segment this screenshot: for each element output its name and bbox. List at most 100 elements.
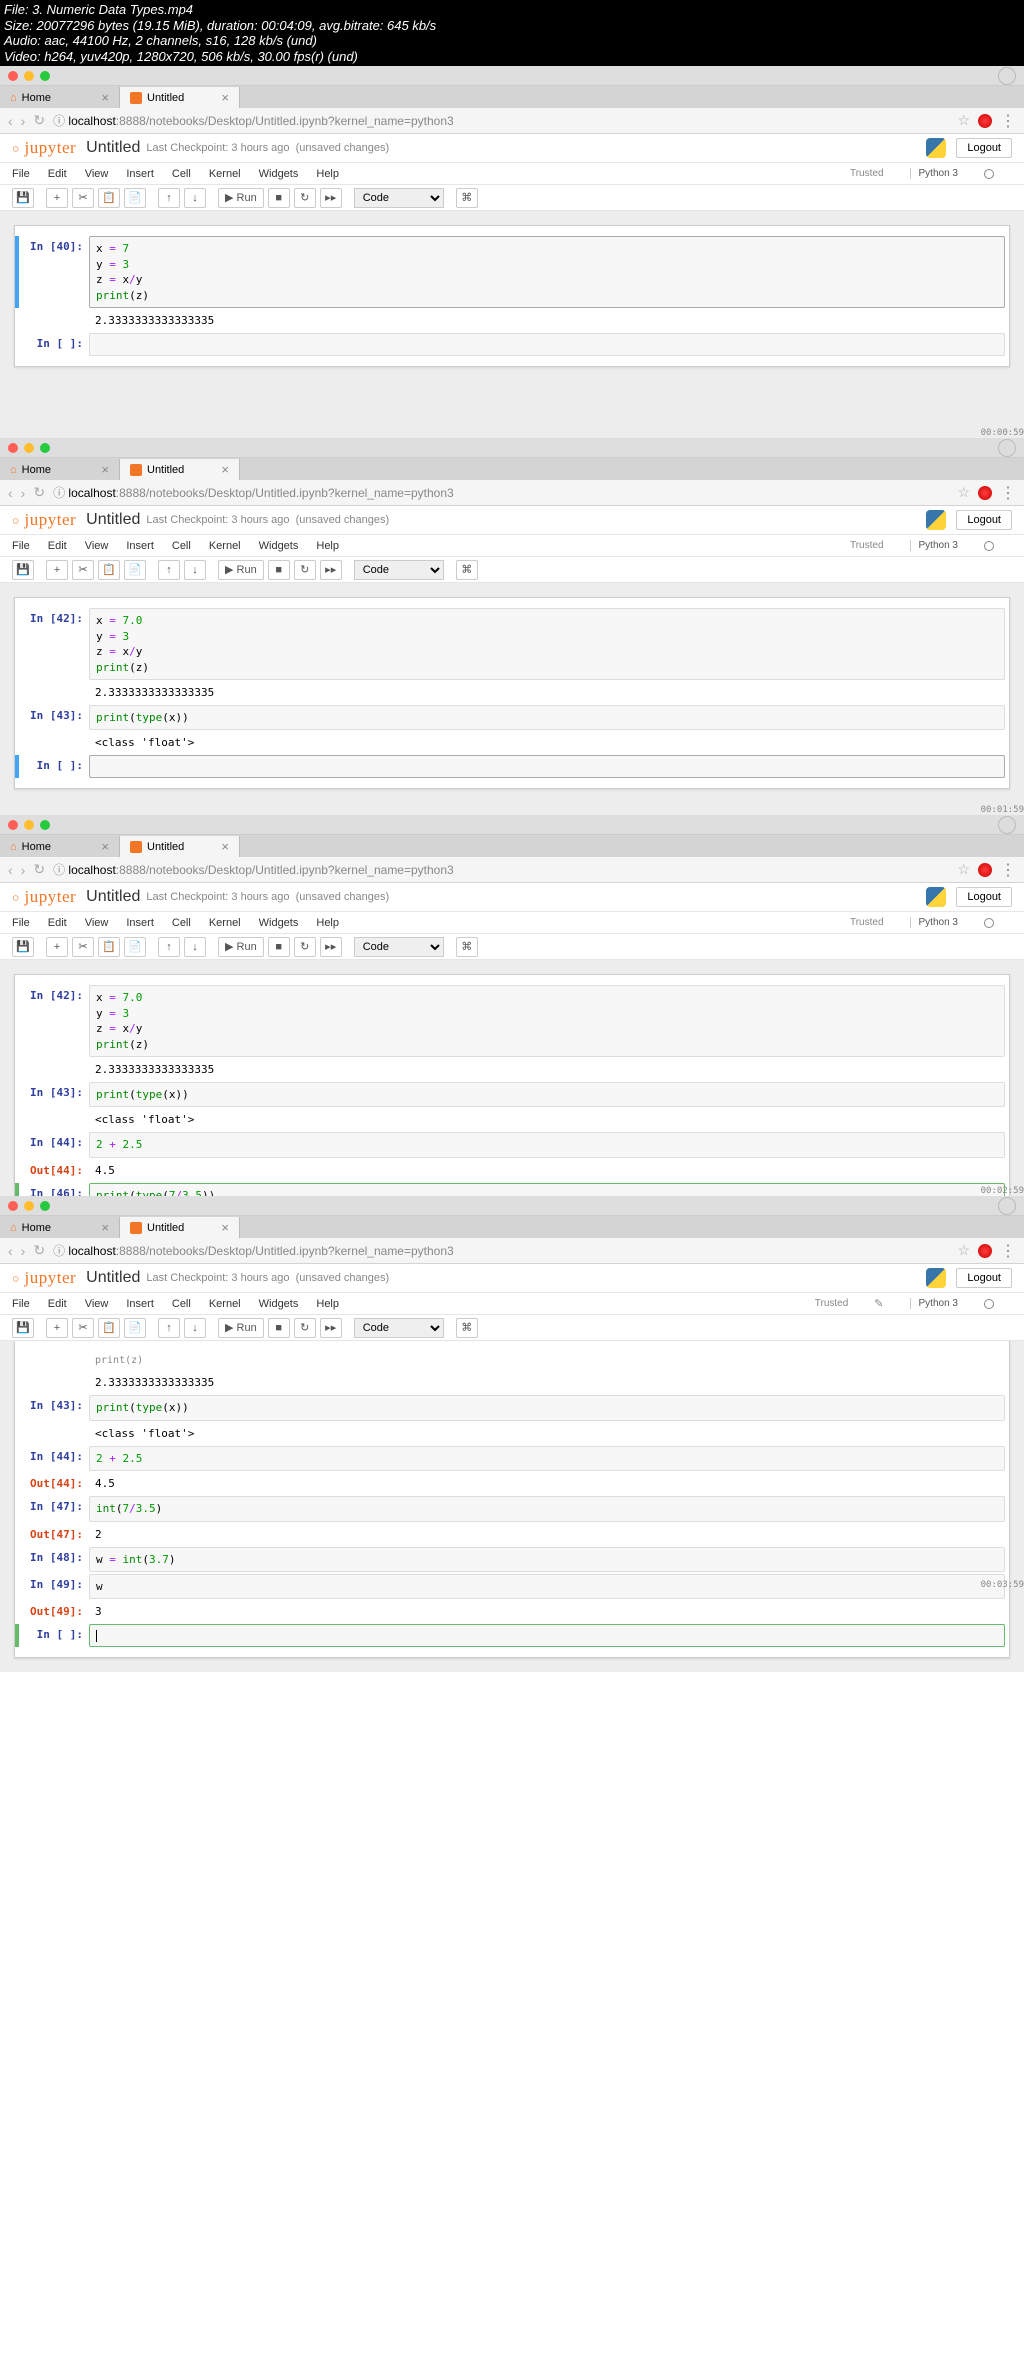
close-window-icon[interactable] (8, 1201, 18, 1211)
url-input[interactable]: ⓘ localhost:8888/notebooks/Desktop/Untit… (53, 484, 949, 501)
menu-insert[interactable]: Insert (126, 917, 154, 929)
save-button[interactable]: 💾 (12, 560, 34, 580)
menu-insert[interactable]: Insert (126, 1298, 154, 1310)
more-icon[interactable]: ⋮ (1000, 111, 1016, 131)
move-up-button[interactable]: ↑ (158, 560, 180, 580)
close-tab-icon[interactable]: × (221, 1220, 229, 1235)
maximize-window-icon[interactable] (40, 71, 50, 81)
code-cell[interactable]: In [ ]: (19, 333, 1005, 356)
code-cell[interactable]: In [42]: x = 7.0 y = 3 z = x/y print(z) (19, 608, 1005, 680)
menu-kernel[interactable]: Kernel (209, 168, 241, 180)
code-cell[interactable]: In [44]: 2 + 2.5 (19, 1132, 1005, 1157)
restart-run-button[interactable]: ▸▸ (320, 937, 342, 957)
forward-button[interactable]: › (21, 485, 26, 501)
restart-run-button[interactable]: ▸▸ (320, 1318, 342, 1338)
run-button[interactable]: ▶ Run (218, 560, 264, 580)
url-input[interactable]: ⓘ localhost:8888/notebooks/Desktop/Untit… (53, 112, 949, 129)
stop-button[interactable]: ■ (268, 560, 290, 580)
close-tab-icon[interactable]: × (101, 462, 109, 477)
kernel-name[interactable]: Python 3 (910, 540, 958, 551)
close-tab-icon[interactable]: × (221, 90, 229, 105)
more-icon[interactable]: ⋮ (1000, 483, 1016, 503)
close-tab-icon[interactable]: × (221, 462, 229, 477)
code-cell[interactable]: In [43]: print(type(x)) (19, 1082, 1005, 1107)
close-window-icon[interactable] (8, 71, 18, 81)
close-window-icon[interactable] (8, 820, 18, 830)
url-input[interactable]: ⓘ localhost:8888/notebooks/Desktop/Untit… (53, 861, 949, 878)
bookmark-icon[interactable]: ☆ (957, 861, 970, 878)
jupyter-logo[interactable]: ○ jupyter (12, 887, 76, 907)
tab-notebook[interactable]: Untitled × (120, 87, 240, 108)
maximize-window-icon[interactable] (40, 443, 50, 453)
back-button[interactable]: ‹ (8, 485, 13, 501)
menu-help[interactable]: Help (316, 168, 339, 180)
user-avatar[interactable] (998, 439, 1016, 457)
reload-button[interactable]: ↻ (33, 1242, 45, 1259)
opera-icon[interactable] (978, 863, 992, 877)
logout-button[interactable]: Logout (956, 510, 1012, 530)
minimize-window-icon[interactable] (24, 1201, 34, 1211)
bookmark-icon[interactable]: ☆ (957, 112, 970, 129)
menu-file[interactable]: File (12, 540, 30, 552)
menu-cell[interactable]: Cell (172, 917, 191, 929)
code-cell[interactable]: In [47]: int(7/3.5) (19, 1496, 1005, 1521)
user-avatar[interactable] (998, 1197, 1016, 1215)
cut-button[interactable]: ✂ (72, 1318, 94, 1338)
menu-insert[interactable]: Insert (126, 540, 154, 552)
bookmark-icon[interactable]: ☆ (957, 1242, 970, 1259)
close-tab-icon[interactable]: × (101, 90, 109, 105)
code-cell[interactable]: In [ ]: (15, 755, 1005, 778)
menu-edit[interactable]: Edit (48, 1298, 67, 1310)
notebook-title[interactable]: Untitled (86, 888, 140, 906)
reload-button[interactable]: ↻ (33, 861, 45, 878)
close-tab-icon[interactable]: × (221, 839, 229, 854)
menu-file[interactable]: File (12, 1298, 30, 1310)
logout-button[interactable]: Logout (956, 1268, 1012, 1288)
add-cell-button[interactable]: + (46, 1318, 68, 1338)
save-button[interactable]: 💾 (12, 188, 34, 208)
menu-view[interactable]: View (85, 1298, 109, 1310)
move-down-button[interactable]: ↓ (184, 1318, 206, 1338)
maximize-window-icon[interactable] (40, 1201, 50, 1211)
command-palette-button[interactable]: ⌘ (456, 1318, 478, 1338)
menu-widgets[interactable]: Widgets (259, 168, 299, 180)
menu-edit[interactable]: Edit (48, 168, 67, 180)
run-button[interactable]: ▶ Run (218, 188, 264, 208)
maximize-window-icon[interactable] (40, 820, 50, 830)
command-palette-button[interactable]: ⌘ (456, 188, 478, 208)
code-cell[interactable]: In [43]: print(type(x)) (19, 1395, 1005, 1420)
paste-button[interactable]: 📄 (124, 188, 146, 208)
menu-view[interactable]: View (85, 917, 109, 929)
copy-button[interactable]: 📋 (98, 188, 120, 208)
move-down-button[interactable]: ↓ (184, 188, 206, 208)
run-button[interactable]: ▶ Run (218, 937, 264, 957)
paste-button[interactable]: 📄 (124, 560, 146, 580)
jupyter-logo[interactable]: ○ jupyter (12, 510, 76, 530)
menu-cell[interactable]: Cell (172, 540, 191, 552)
move-up-button[interactable]: ↑ (158, 188, 180, 208)
notebook-title[interactable]: Untitled (86, 139, 140, 157)
minimize-window-icon[interactable] (24, 820, 34, 830)
back-button[interactable]: ‹ (8, 1243, 13, 1259)
add-cell-button[interactable]: + (46, 560, 68, 580)
menu-edit[interactable]: Edit (48, 540, 67, 552)
command-palette-button[interactable]: ⌘ (456, 560, 478, 580)
code-cell[interactable]: In [48]: w = int(3.7) (19, 1547, 1005, 1572)
tab-home[interactable]: ⌂ Home × (0, 836, 120, 857)
code-cell[interactable]: In [44]: 2 + 2.5 (19, 1446, 1005, 1471)
cut-button[interactable]: ✂ (72, 188, 94, 208)
minimize-window-icon[interactable] (24, 443, 34, 453)
menu-widgets[interactable]: Widgets (259, 917, 299, 929)
back-button[interactable]: ‹ (8, 862, 13, 878)
minimize-window-icon[interactable] (24, 71, 34, 81)
menu-insert[interactable]: Insert (126, 168, 154, 180)
user-avatar[interactable] (998, 67, 1016, 85)
close-tab-icon[interactable]: × (101, 839, 109, 854)
run-button[interactable]: ▶ Run (218, 1318, 264, 1338)
forward-button[interactable]: › (21, 862, 26, 878)
logout-button[interactable]: Logout (956, 138, 1012, 158)
opera-icon[interactable] (978, 1244, 992, 1258)
notebook-title[interactable]: Untitled (86, 1269, 140, 1287)
notebook-title[interactable]: Untitled (86, 511, 140, 529)
menu-edit[interactable]: Edit (48, 917, 67, 929)
